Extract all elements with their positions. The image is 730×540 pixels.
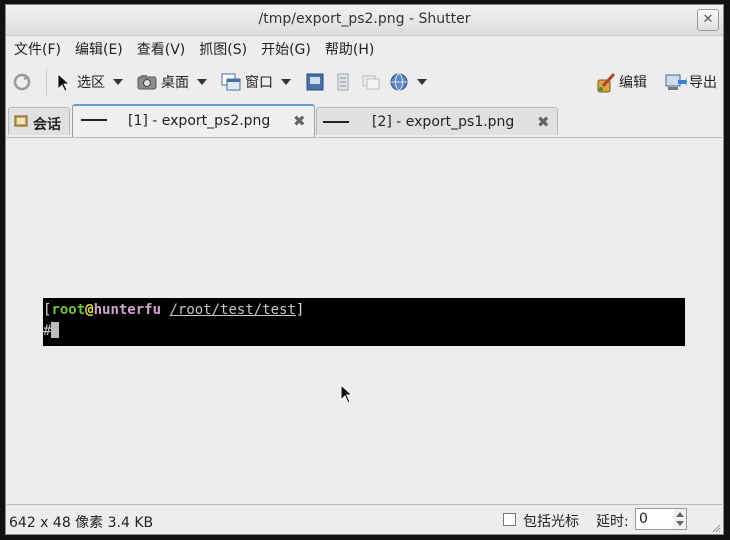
- chevron-down-icon[interactable]: [676, 521, 684, 526]
- close-icon[interactable]: ✖: [293, 112, 306, 130]
- window-icon: [221, 72, 241, 92]
- shutter-window: /tmp/export_ps2.png - Shutter ✕ 文件(F) 编辑…: [5, 4, 724, 535]
- prompt-hash: #: [43, 323, 52, 339]
- tab-bar: 会话 [1] - export_ps2.png ✖ [2] - export_p…: [6, 103, 723, 137]
- image-view[interactable]: [root@hunterfu /root/test/test] #: [7, 137, 722, 505]
- title-bar[interactable]: /tmp/export_ps2.png - Shutter ✕: [6, 5, 723, 36]
- menu-go[interactable]: 开始(G): [261, 39, 311, 59]
- section-icon: [305, 72, 325, 92]
- paint-icon: [595, 72, 616, 93]
- edit-label: 编辑: [619, 75, 647, 91]
- menu-capture[interactable]: 抓图(S): [199, 39, 247, 59]
- text-cursor: [51, 322, 60, 338]
- delay-input[interactable]: 0: [635, 508, 675, 530]
- screenshot-preview: [root@hunterfu /root/test/test] #: [43, 298, 685, 346]
- mouse-pointer-icon: [340, 383, 354, 408]
- image-info: 642 x 48 像素 3.4 KB: [9, 515, 154, 531]
- selection-button[interactable]: 选区: [53, 67, 129, 97]
- globe-icon: [389, 72, 409, 92]
- export-button[interactable]: 导出: [665, 67, 717, 97]
- menu-view[interactable]: 查看(V): [137, 39, 186, 59]
- tab-export-ps1[interactable]: [2] - export_ps1.png ✖: [316, 107, 558, 135]
- chevron-up-icon[interactable]: [676, 512, 684, 517]
- window-title: /tmp/export_ps2.png - Shutter: [258, 11, 471, 27]
- chevron-down-icon[interactable]: [281, 79, 291, 85]
- window-label: 窗口: [245, 75, 273, 91]
- pointer-icon: [53, 72, 73, 92]
- chevron-down-icon[interactable]: [197, 79, 207, 85]
- include-cursor-label[interactable]: 包括光标: [523, 511, 579, 531]
- tab-export-ps2[interactable]: [1] - export_ps2.png ✖: [72, 104, 315, 137]
- close-icon[interactable]: ✖: [537, 113, 550, 131]
- desktop-button[interactable]: 桌面: [137, 67, 213, 97]
- menu-capture-button[interactable]: [333, 67, 353, 97]
- export-label: 导出: [689, 75, 717, 91]
- camera-icon: [137, 72, 157, 92]
- terminal-input-line: #: [43, 322, 60, 339]
- tab-dash: [323, 121, 349, 123]
- desktop-label: 桌面: [161, 75, 189, 91]
- refresh-icon: [12, 72, 32, 92]
- edit-button[interactable]: 编辑: [595, 67, 647, 97]
- redo-button[interactable]: [12, 67, 32, 97]
- selection-label: 选区: [77, 75, 105, 91]
- prompt-host: hunterfu: [93, 302, 162, 318]
- tab-session[interactable]: 会话: [8, 107, 70, 135]
- toolbar: 选区 桌面 窗口 编辑 导出: [6, 62, 723, 102]
- prompt-at: @: [85, 302, 94, 318]
- tooltip-button[interactable]: [361, 67, 381, 97]
- chevron-down-icon[interactable]: [113, 79, 123, 85]
- toolbar-separator: [46, 69, 47, 95]
- session-icon: [14, 114, 28, 128]
- section-button[interactable]: [305, 67, 325, 97]
- tab-dash: [81, 119, 107, 121]
- menu-help[interactable]: 帮助(H): [325, 39, 374, 59]
- delay-stepper[interactable]: [674, 508, 687, 530]
- chevron-down-icon[interactable]: [417, 79, 427, 85]
- status-bar: 642 x 48 像素 3.4 KB 包括光标 延时: 0: [6, 505, 723, 535]
- menu-bar: 文件(F) 编辑(E) 查看(V) 抓图(S) 开始(G) 帮助(H): [6, 36, 723, 62]
- menu-edit[interactable]: 编辑(E): [75, 39, 123, 59]
- prompt-path: /root/test/test: [169, 302, 296, 318]
- close-window-button[interactable]: ✕: [697, 9, 719, 31]
- terminal-prompt-line: [root@hunterfu /root/test/test]: [43, 302, 304, 318]
- web-button[interactable]: [389, 67, 433, 97]
- delay-label: 延时:: [596, 514, 629, 530]
- resize-grip-icon[interactable]: [711, 521, 721, 533]
- tab-export-ps2-label: [1] - export_ps2.png: [128, 113, 271, 129]
- window-button[interactable]: 窗口: [221, 67, 297, 97]
- toolbar-right: 编辑 导出: [595, 67, 717, 97]
- tab-session-label: 会话: [33, 117, 61, 133]
- menu-icon: [333, 72, 353, 92]
- tooltip-icon: [361, 72, 381, 92]
- export-icon: [665, 72, 687, 92]
- tab-export-ps1-label: [2] - export_ps1.png: [372, 114, 515, 130]
- include-cursor-checkbox[interactable]: [503, 513, 516, 526]
- bracket-close: ]: [295, 302, 305, 318]
- menu-file[interactable]: 文件(F): [14, 39, 61, 59]
- prompt-user: root: [51, 302, 86, 318]
